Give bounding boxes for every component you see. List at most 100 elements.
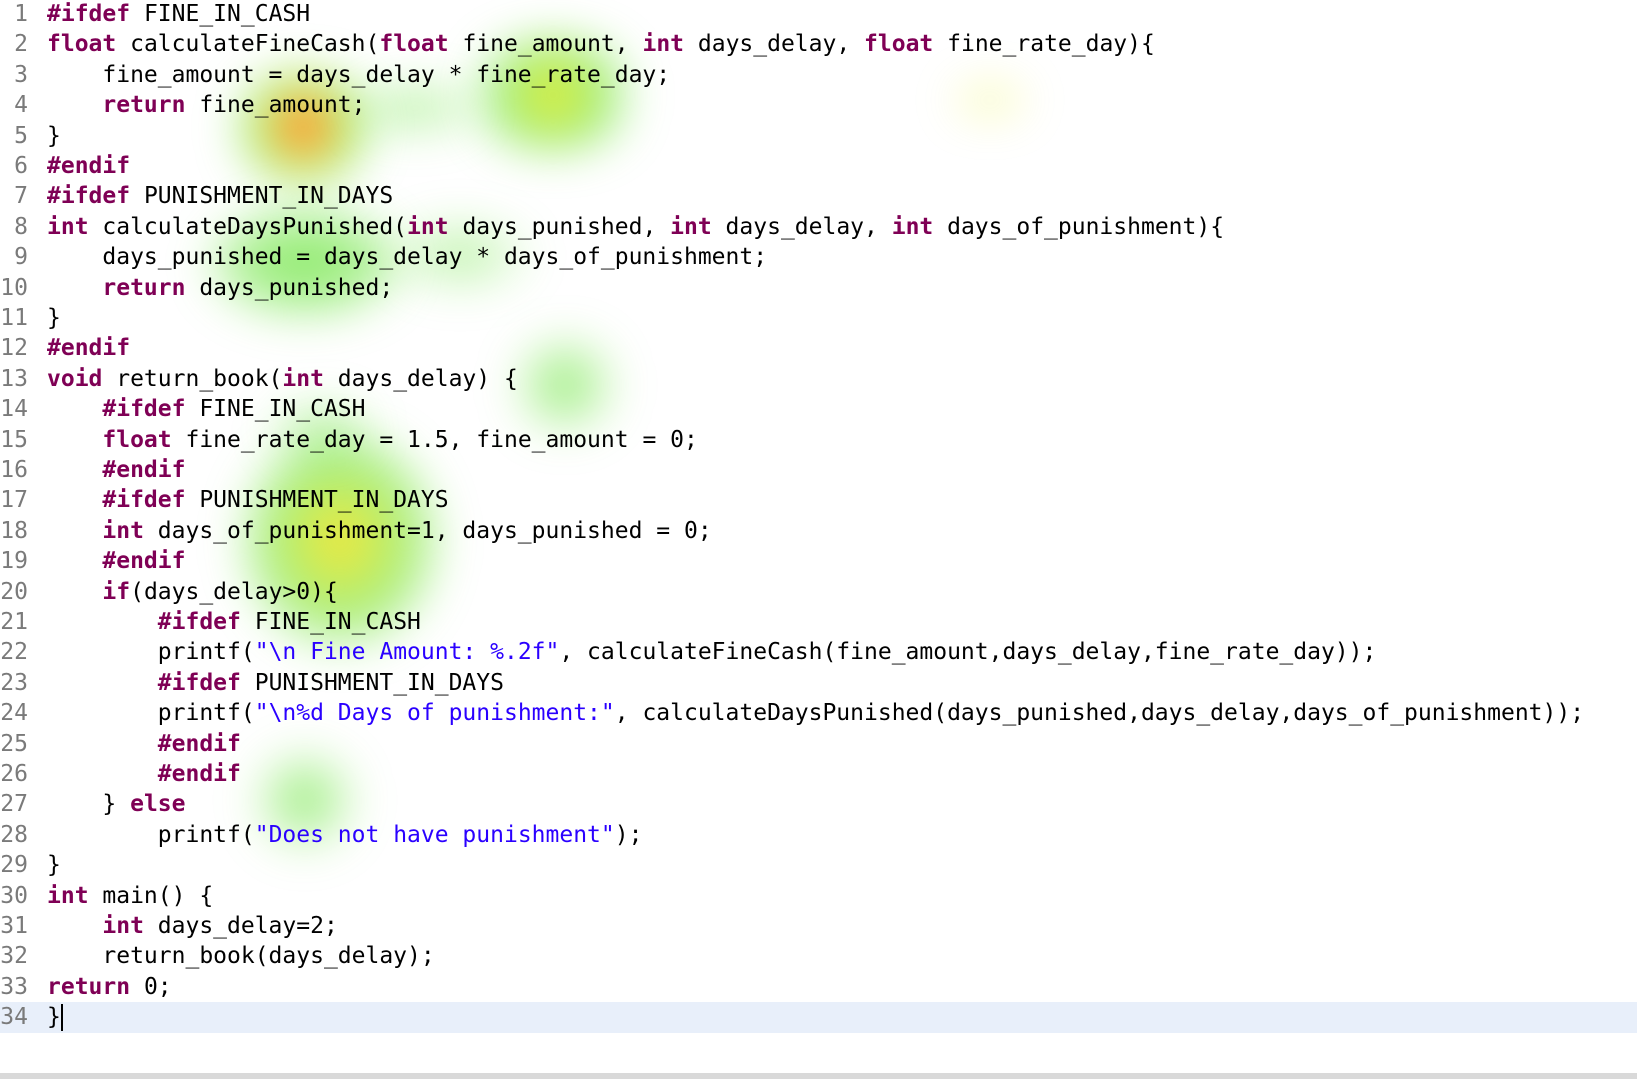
code-line[interactable]: 9 days_punished = days_delay * days_of_p… <box>0 242 1637 272</box>
code-line[interactable]: 17 #ifdef PUNISHMENT_IN_DAYS <box>0 485 1637 515</box>
code-token: calculateFineCash( <box>116 31 380 58</box>
line-number: 4 <box>14 92 28 119</box>
code-line[interactable]: 32 return_book(days_delay); <box>0 941 1637 971</box>
code-text: #ifdef PUNISHMENT_IN_DAYS <box>47 485 449 515</box>
code-line[interactable]: 2 float calculateFineCash(float fine_amou… <box>0 29 1637 59</box>
line-number: 12 <box>0 335 28 362</box>
code-text: printf("\n Fine Amount: %.2f", calculate… <box>47 637 1377 667</box>
line-number: 20 <box>0 578 28 605</box>
code-text: printf("Does not have punishment"); <box>47 820 643 850</box>
code-line[interactable]: 18 int days_of_punishment=1, days_punish… <box>0 516 1637 546</box>
code-line[interactable]: 25 #endif <box>0 729 1637 759</box>
code-line[interactable]: 22 printf("\n Fine Amount: %.2f", calcul… <box>0 637 1637 667</box>
line-number: 9 <box>14 244 28 271</box>
preprocessor-token: #ifdef <box>157 609 241 635</box>
code-line[interactable]: 20 if(days_delay>0){ <box>0 577 1637 607</box>
line-number: 7 <box>14 183 28 210</box>
code-line[interactable]: 3 fine_amount = days_delay * fine_rate_d… <box>0 60 1637 90</box>
code-line[interactable]: 19 #endif <box>0 546 1637 576</box>
line-number: 17 <box>0 487 28 514</box>
line-number: 26 <box>0 761 28 787</box>
code-token: return_book(days_delay); <box>47 943 435 970</box>
code-line[interactable]: 13 void return_book(int days_delay) { <box>0 364 1637 394</box>
code-text: int days_of_punishment=1, days_punished … <box>47 516 712 546</box>
code-token: days_punished, <box>448 213 671 240</box>
code-token: return_book( <box>102 365 283 392</box>
keyword-token: int <box>102 913 144 939</box>
string-token: "\n%d Days of punishment:" <box>254 700 615 727</box>
code-text: } <box>47 850 61 880</box>
code-token: , calculateDaysPunished(days_punished,da… <box>614 700 1585 727</box>
code-line[interactable]: 30 int main() { <box>0 881 1637 911</box>
code-line[interactable]: 26 #endif <box>0 759 1637 789</box>
code-line[interactable]: 1 #ifdef FINE_IN_CASH <box>0 0 1637 29</box>
code-token: days_delay, <box>684 31 865 58</box>
code-token: fine_amount = days_delay * fine_rate_day… <box>47 61 671 88</box>
code-line[interactable]: 14 #ifdef FINE_IN_CASH <box>0 394 1637 424</box>
code-line[interactable]: 28 printf("Does not have punishment"); <box>0 820 1637 850</box>
code-editor[interactable]: 1 #ifdef FINE_IN_CASH 2 float calculateFine… <box>0 0 1637 1079</box>
code-text: #endif <box>47 729 241 759</box>
code-line[interactable]: 29} <box>0 850 1637 880</box>
preprocessor-token: #endif <box>102 548 186 575</box>
line-number: 18 <box>0 517 28 544</box>
code-line[interactable]: 23 #ifdef PUNISHMENT_IN_DAYS <box>0 668 1637 698</box>
code-text: if(days_delay>0){ <box>47 577 337 607</box>
code-line[interactable]: 12 #endif <box>0 333 1637 363</box>
code-token: } <box>47 1004 61 1031</box>
code-line[interactable]: 33 return 0; <box>0 972 1637 1002</box>
line-number: 15 <box>0 426 28 453</box>
code-token: , calculateFineCash(fine_amount,days_del… <box>559 639 1377 666</box>
line-number: 3 <box>14 61 28 88</box>
code-line[interactable]: 4 return fine_amount; <box>0 90 1637 120</box>
code-line[interactable]: 15 float fine_rate_day = 1.5, fine_amoun… <box>0 425 1637 455</box>
line-number: 27 <box>0 791 28 818</box>
line-number: 21 <box>0 609 28 635</box>
line-number: 16 <box>0 457 28 483</box>
code-token: PUNISHMENT_IN_DAYS <box>185 487 449 514</box>
code-line-current[interactable]: 34} <box>0 1002 1637 1033</box>
line-number: 2 <box>14 31 28 58</box>
code-line[interactable]: 21 #ifdef FINE_IN_CASH <box>0 607 1637 637</box>
code-text: int main() { <box>47 881 213 911</box>
code-token: } <box>47 791 131 818</box>
preprocessor-token: #endif <box>47 153 131 179</box>
code-text: #endif <box>47 546 185 576</box>
code-text: printf("\n%d Days of punishment:", calcu… <box>47 698 1584 728</box>
code-token: PUNISHMENT_IN_DAYS <box>130 183 394 210</box>
code-line[interactable]: 27 } else <box>0 789 1637 819</box>
code-token: FINE_IN_CASH <box>240 609 421 635</box>
code-token: FINE_IN_CASH <box>185 396 366 423</box>
code-token: 0; <box>130 973 172 1000</box>
code-text: #ifdef FINE_IN_CASH <box>47 394 366 424</box>
code-line[interactable]: 24 printf("\n%d Days of punishment:", ca… <box>0 698 1637 728</box>
code-token: days_of_punishment=1, days_punished = 0; <box>143 517 712 544</box>
code-text: return 0; <box>47 972 172 1002</box>
code-line[interactable]: 10 return days_punished; <box>0 273 1637 303</box>
code-token: fine_amount; <box>185 92 366 119</box>
keyword-token: else <box>130 791 186 818</box>
code-line[interactable]: 8 int calculateDaysPunished(int days_puni… <box>0 212 1637 242</box>
code-line[interactable]: 11} <box>0 303 1637 333</box>
code-line[interactable]: 5} <box>0 121 1637 151</box>
keyword-token: int <box>47 213 89 240</box>
line-number: 1 <box>14 1 28 27</box>
line-number: 31 <box>0 913 28 939</box>
code-token: days_delay=2; <box>143 913 338 939</box>
code-line[interactable]: 16 #endif <box>0 455 1637 485</box>
code-text: #ifdef FINE_IN_CASH <box>47 607 421 637</box>
keyword-token: float <box>379 31 449 58</box>
code-line[interactable]: 6 #endif <box>0 151 1637 181</box>
preprocessor-token: #endif <box>47 335 131 362</box>
line-number: 6 <box>14 153 28 179</box>
keyword-token: return <box>102 274 186 301</box>
code-text: int days_delay=2; <box>47 911 338 941</box>
code-line[interactable]: 7 #ifdef PUNISHMENT_IN_DAYS <box>0 181 1637 211</box>
code-line[interactable]: 31 int days_delay=2; <box>0 911 1637 941</box>
line-number: 30 <box>0 882 28 909</box>
